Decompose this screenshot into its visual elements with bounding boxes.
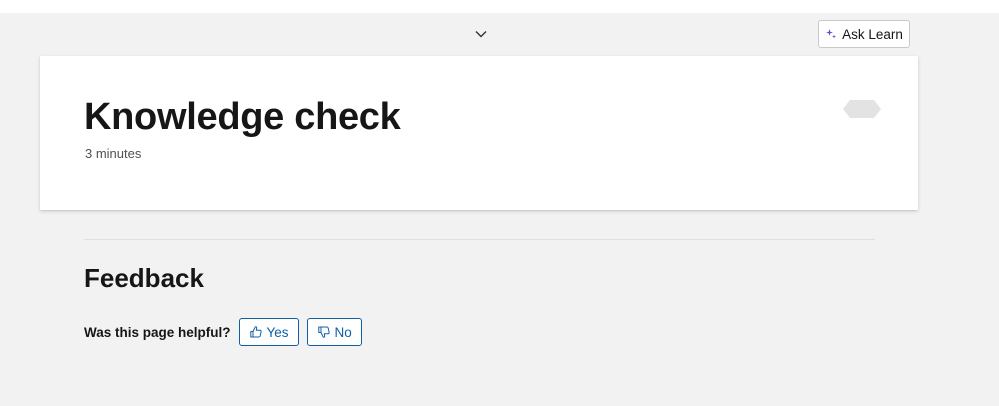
hexagon-badge-icon — [843, 100, 881, 118]
helpful-question: Was this page helpful? — [84, 324, 231, 340]
thumbs-down-icon — [317, 325, 331, 339]
feedback-row: Was this page helpful? Yes No — [84, 318, 362, 346]
yes-button[interactable]: Yes — [238, 318, 299, 346]
unit-header-card: Knowledge check 3 minutes — [40, 56, 918, 210]
feedback-heading: Feedback — [84, 263, 204, 293]
section-divider — [84, 239, 875, 240]
chevron-down-icon[interactable] — [473, 27, 489, 41]
top-strip — [0, 0, 999, 13]
thumbs-up-icon — [249, 325, 263, 339]
duration-text: 3 minutes — [85, 146, 142, 161]
yes-label: Yes — [266, 324, 289, 340]
ask-learn-button[interactable]: Ask Learn — [818, 20, 910, 48]
no-label: No — [334, 324, 352, 340]
sparkle-icon — [825, 28, 837, 40]
no-button[interactable]: No — [306, 318, 362, 346]
ask-learn-label: Ask Learn — [842, 26, 903, 42]
page-title: Knowledge check — [84, 96, 401, 138]
